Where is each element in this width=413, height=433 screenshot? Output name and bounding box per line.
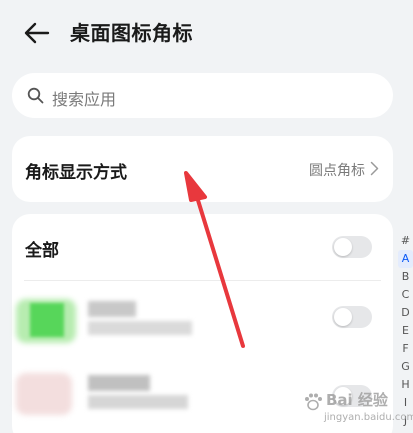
- toggle-knob: [334, 238, 352, 256]
- page-title: 桌面图标角标: [70, 21, 193, 45]
- app-icon: [16, 373, 72, 415]
- arrow-left-icon[interactable]: [22, 18, 52, 48]
- badge-style-setting[interactable]: 角标显示方式 圆点角标: [12, 136, 393, 202]
- index-letter[interactable]: D: [398, 304, 413, 322]
- app-icon-core: [30, 303, 64, 337]
- watermark: Bai 经验 jingyan.baidu.com: [300, 385, 413, 431]
- all-apps-row: 全部: [12, 214, 393, 280]
- index-letter[interactable]: #: [398, 232, 413, 250]
- header: 桌面图标角标: [0, 0, 413, 64]
- app-name: [88, 375, 150, 391]
- search-icon: [27, 87, 44, 104]
- paw-icon: [305, 393, 322, 411]
- chevron-right-icon: [370, 161, 379, 176]
- search-placeholder: 搜索应用: [52, 90, 117, 109]
- app-name: [88, 301, 136, 317]
- toggle-knob: [334, 308, 352, 326]
- badge-style-value: 圆点角标: [309, 163, 365, 179]
- app-subtitle: [88, 321, 192, 335]
- search-input[interactable]: 搜索应用: [12, 73, 393, 118]
- index-letter[interactable]: E: [398, 322, 413, 340]
- all-apps-toggle[interactable]: [332, 236, 372, 258]
- index-letter-active[interactable]: A: [398, 250, 413, 268]
- badge-style-label: 角标显示方式: [25, 163, 127, 183]
- app-row: [12, 281, 393, 357]
- index-letter[interactable]: F: [398, 340, 413, 358]
- watermark-url: jingyan.baidu.com: [324, 412, 413, 423]
- all-apps-label: 全部: [25, 241, 59, 261]
- watermark-text: Bai 经验: [326, 391, 388, 409]
- app-toggle[interactable]: [332, 306, 372, 328]
- index-letter[interactable]: B: [398, 268, 413, 286]
- index-letter[interactable]: G: [398, 358, 413, 376]
- index-letter[interactable]: C: [398, 286, 413, 304]
- app-subtitle: [88, 395, 188, 409]
